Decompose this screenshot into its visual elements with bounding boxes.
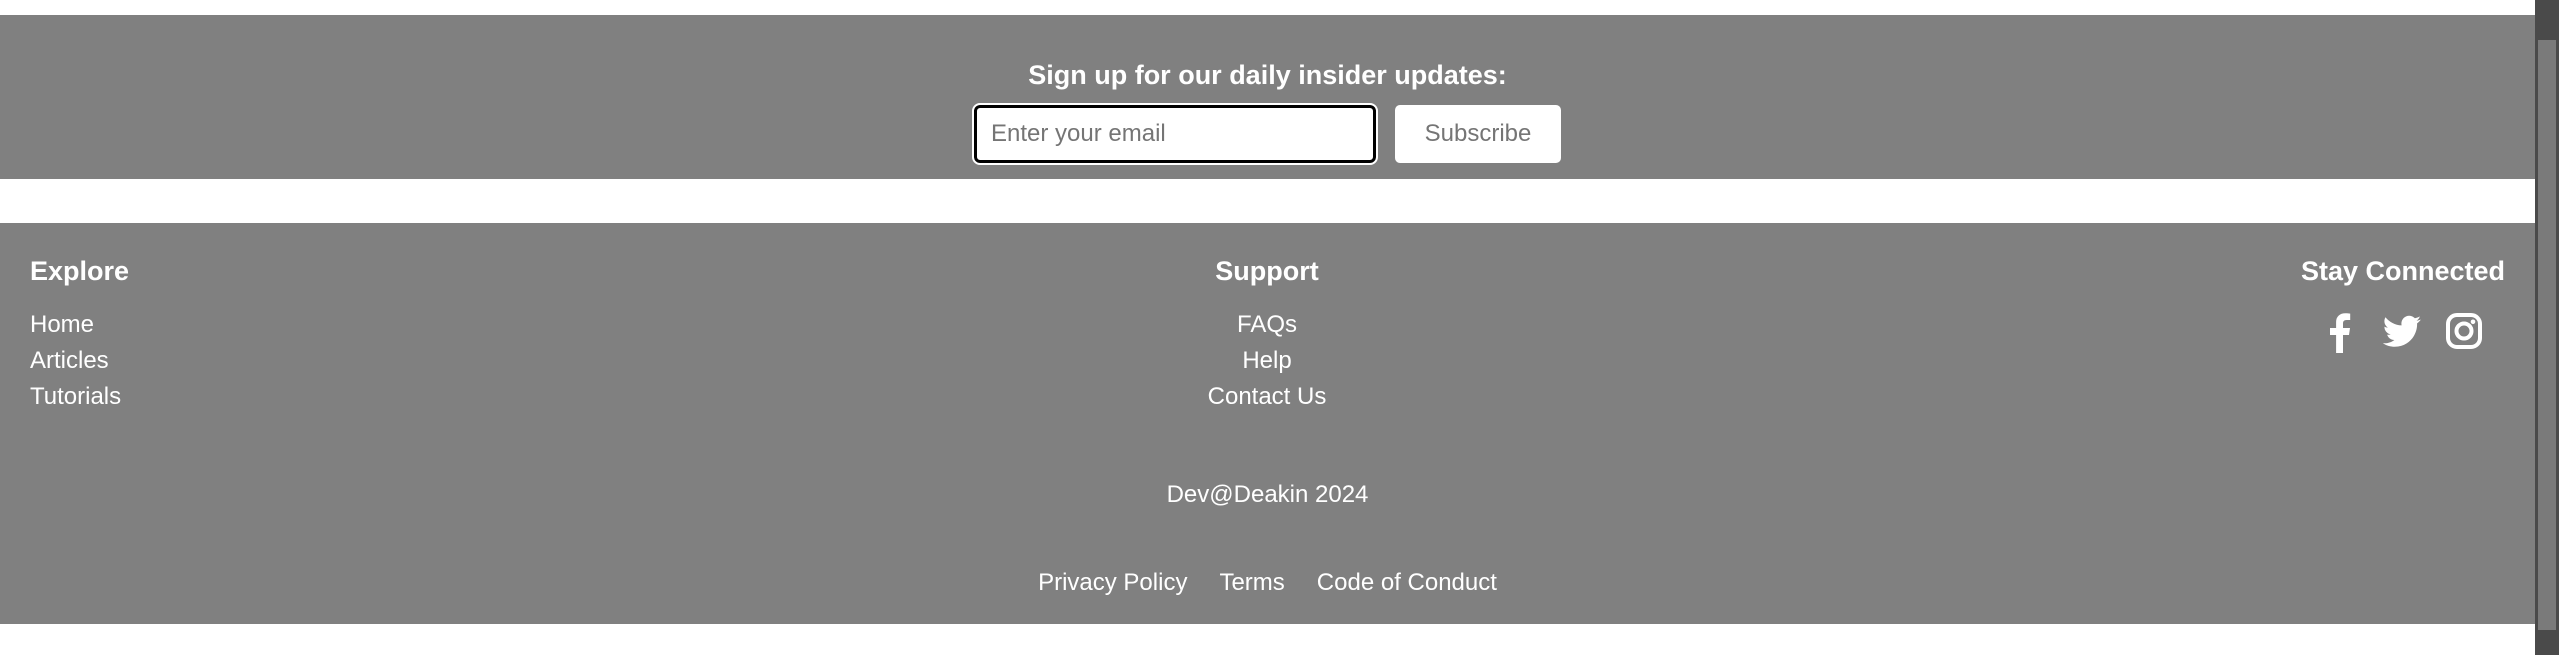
articles-link[interactable]: Articles <box>30 347 109 374</box>
copyright-text: Dev@Deakin 2024 <box>1166 481 1369 508</box>
facebook-icon[interactable] <box>2320 309 2360 353</box>
instagram-icon[interactable] <box>2444 309 2484 353</box>
page-viewport: Sign up for our daily insider updates: S… <box>0 0 2535 655</box>
explore-link-item: Tutorials <box>30 379 121 415</box>
support-links: FAQs Help Contact Us <box>1167 307 1367 415</box>
explore-link-item: Articles <box>30 343 121 379</box>
support-link-item: Help <box>1167 343 1367 379</box>
explore-heading: Explore <box>30 256 130 286</box>
newsletter-title: Sign up for our daily insider updates: <box>1028 60 1507 90</box>
support-heading: Support <box>1215 256 1319 286</box>
faqs-link[interactable]: FAQs <box>1237 311 1297 338</box>
stay-connected-heading: Stay Connected <box>2300 256 2505 286</box>
site-footer: Explore Home Articles Tutorials Support … <box>0 223 2535 624</box>
home-link[interactable]: Home <box>30 311 94 338</box>
help-link[interactable]: Help <box>1242 347 1291 374</box>
support-link-item: FAQs <box>1167 307 1367 343</box>
explore-links: Home Articles Tutorials <box>30 307 121 415</box>
legal-links: Privacy Policy Terms Code of Conduct <box>0 565 2535 601</box>
social-icons <box>2320 309 2482 357</box>
scrollbar-thumb[interactable] <box>2538 40 2556 630</box>
contact-us-link[interactable]: Contact Us <box>1208 383 1327 410</box>
twitter-icon[interactable] <box>2380 309 2421 353</box>
tutorials-link[interactable]: Tutorials <box>30 383 121 410</box>
explore-link-item: Home <box>30 307 121 343</box>
privacy-policy-link[interactable]: Privacy Policy <box>1038 569 1187 596</box>
email-input[interactable] <box>972 103 1378 165</box>
subscribe-button[interactable]: Subscribe <box>1395 105 1561 163</box>
code-of-conduct-link[interactable]: Code of Conduct <box>1317 569 1497 596</box>
terms-link[interactable]: Terms <box>1219 569 1284 596</box>
newsletter-section: Sign up for our daily insider updates: S… <box>0 15 2535 179</box>
support-link-item: Contact Us <box>1167 379 1367 415</box>
